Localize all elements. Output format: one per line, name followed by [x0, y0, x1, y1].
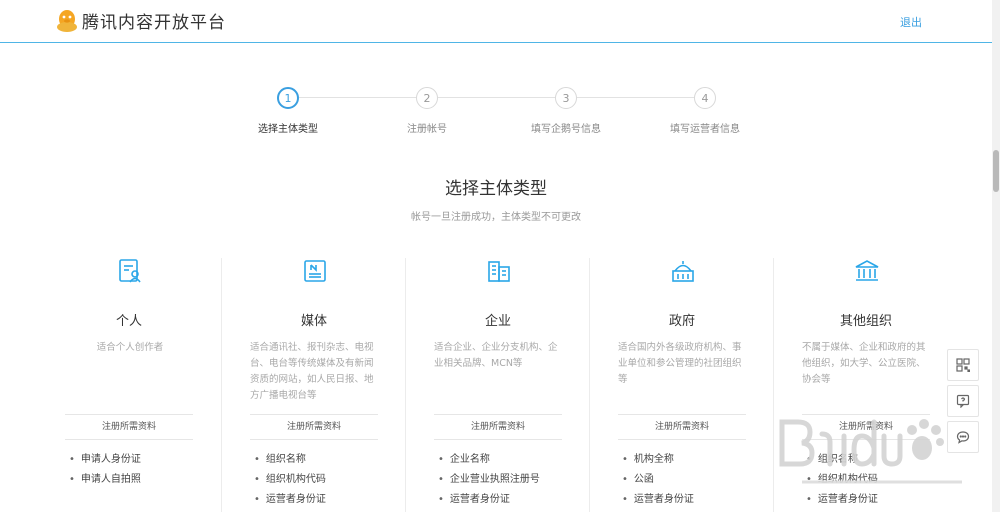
- list-item: 运营者身份证: [622, 493, 694, 512]
- qr-code-button[interactable]: [947, 349, 979, 381]
- step-3-circle: 3: [555, 87, 577, 109]
- list-item: 组织机构代码: [254, 473, 326, 493]
- qr-code-icon: [956, 358, 970, 372]
- requirements-list: 组织名称 组织机构代码 运营者身份证: [254, 453, 326, 512]
- entity-card-description: 适合通讯社、报刊杂志、电视台、电台等传统媒体及有新闻资质的网站，如人民日报、地方…: [250, 342, 374, 401]
- entity-card-enterprise[interactable]: 企业 适合企业、企业分支机构、企业相关品牌、MCN等 注册所需资料 企业名称 企…: [405, 258, 589, 512]
- top-header: 腾讯内容开放平台 退出: [0, 0, 992, 43]
- entity-card-description: 适合个人创作者: [96, 342, 164, 353]
- requirements-list: 申请人身份证 申请人自拍照: [69, 453, 141, 493]
- step-2-circle: 2: [416, 87, 438, 109]
- list-item: 申请人身份证: [69, 453, 141, 473]
- requirements-header: 注册所需资料: [250, 414, 378, 440]
- user-card-icon: [119, 259, 141, 283]
- step-3-label: 填写企鹅号信息: [531, 124, 601, 135]
- site-name: 腾讯内容开放平台: [82, 13, 226, 33]
- requirements-header: 注册所需资料: [618, 414, 746, 440]
- list-item: 企业名称: [438, 453, 540, 473]
- registration-steps: 1 2 3 4 选择主体类型 注册帐号 填写企鹅号信息 填写运营者信息: [0, 86, 992, 136]
- page-title: 选择主体类型: [445, 179, 547, 199]
- requirements-header: 注册所需资料: [65, 414, 193, 440]
- list-item: 运营者身份证: [254, 493, 326, 512]
- step-connector: [299, 97, 416, 98]
- entity-card-title: 政府: [668, 314, 695, 329]
- entity-card-description: 不属于媒体、企业和政府的其他组织，如大学、公立医院、协会等: [802, 342, 926, 385]
- page-subtitle: 帐号一旦注册成功，主体类型不可更改: [411, 212, 581, 223]
- list-item: 申请人自拍照: [69, 473, 141, 493]
- office-building-icon: [488, 261, 510, 282]
- entity-card-title: 媒体: [300, 314, 327, 329]
- vertical-scrollbar[interactable]: [992, 0, 1000, 512]
- list-item: 组织名称: [254, 453, 326, 473]
- entity-card-government[interactable]: 政府 适合国内外各级政府机构、事业单位和参公管理的社团组织等 注册所需资料 机构…: [589, 258, 773, 512]
- entity-card-title: 个人: [115, 314, 142, 329]
- entity-card-title: 企业: [484, 314, 511, 329]
- requirements-list: 企业名称 企业营业执照注册号 运营者身份证: [438, 453, 540, 512]
- entity-card-media[interactable]: 媒体 适合通讯社、报刊杂志、电视台、电台等传统媒体及有新闻资质的网站，如人民日报…: [221, 258, 405, 512]
- government-building-icon: [672, 261, 694, 282]
- step-4-label: 填写运营者信息: [670, 124, 740, 135]
- list-item: 企业营业执照注册号: [438, 473, 540, 493]
- logout-link[interactable]: 退出: [900, 14, 922, 30]
- penguin-logo-icon: [57, 9, 77, 32]
- step-4-circle: 4: [694, 87, 716, 109]
- entity-card-description: 适合企业、企业分支机构、企业相关品牌、MCN等: [434, 342, 558, 369]
- list-item: 公函: [622, 473, 694, 493]
- requirements-list: 机构全称 公函 运营者身份证: [622, 453, 694, 512]
- scrollbar-thumb[interactable]: [993, 150, 999, 192]
- institution-columns-icon: [855, 260, 879, 281]
- entity-card-description: 适合国内外各级政府机构、事业单位和参公管理的社团组织等: [618, 342, 742, 385]
- list-item: 运营者身份证: [438, 493, 540, 512]
- step-1-label: 选择主体类型: [258, 124, 318, 135]
- list-item: 机构全称: [622, 453, 694, 473]
- site-logo[interactable]: 腾讯内容开放平台: [56, 8, 226, 33]
- step-connector: [577, 97, 694, 98]
- step-connector: [438, 97, 555, 98]
- newspaper-icon: [304, 260, 326, 282]
- baidu-watermark-icon: [779, 419, 962, 484]
- entity-card-title: 其他组织: [839, 314, 892, 329]
- entity-card-personal[interactable]: 个人 适合个人创作者 注册所需资料 申请人身份证 申请人自拍照: [37, 258, 221, 512]
- requirements-header: 注册所需资料: [434, 414, 562, 440]
- step-2-label: 注册帐号: [407, 124, 447, 135]
- step-1-circle: 1: [277, 87, 299, 109]
